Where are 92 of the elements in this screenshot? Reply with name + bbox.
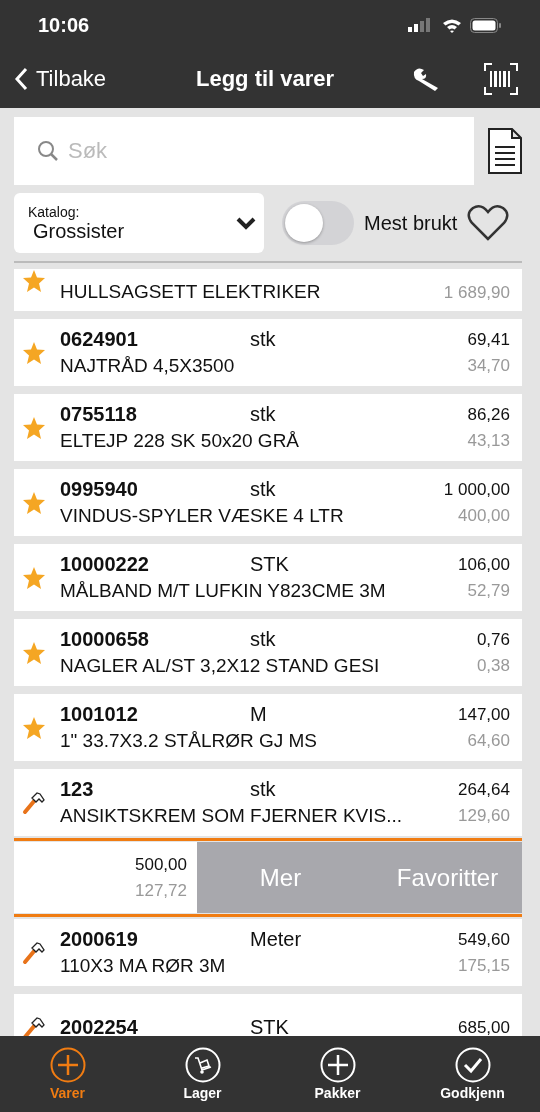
item-price: 500,00 <box>135 854 187 875</box>
item-row[interactable]: HULLSAGSETT ELEKTRIKER 1 689,90 <box>14 269 522 311</box>
item-number: 0755118 <box>60 403 138 426</box>
item-row[interactable]: 0995940 stk VINDUS-SPYLER VÆSKE 4 LTR 1 000,00 400,00 <box>14 469 522 536</box>
search-field[interactable]: Søk <box>14 117 474 185</box>
catalog-label: Katalog: <box>28 203 81 220</box>
item-cost-price: 0,38 <box>476 655 510 676</box>
item-unit: stk <box>250 478 276 501</box>
item-price: 0,76 <box>476 629 510 650</box>
item-row[interactable]: 2002254 STK 685,00 <box>14 994 522 1036</box>
plus-circle-icon <box>49 1047 86 1083</box>
item-number: 0624901 <box>60 328 139 351</box>
item-unit: Meter <box>250 928 302 951</box>
catalog-dropdown[interactable]: Katalog: Grossister <box>14 193 264 253</box>
item-cost-price: 127,72 <box>135 880 187 901</box>
star-icon <box>22 715 46 740</box>
item-number: 123 <box>60 778 95 801</box>
item-name: 1" 33.7X3.2 STÅLRØR GJ MS <box>60 730 318 752</box>
item-name: MÅLBAND M/T LUFKIN Y823CME 3M <box>60 580 387 602</box>
hand-truck-icon <box>184 1047 221 1083</box>
item-cost-price: 52,79 <box>467 580 510 601</box>
item-name: ELTEJP 228 SK 50x20 GRÅ <box>60 430 301 452</box>
plus-circle-icon <box>319 1047 356 1083</box>
item-unit: stk <box>250 778 276 801</box>
item-price: 549,60 <box>458 929 510 950</box>
item-number: 10000658 <box>60 628 150 651</box>
status-time: 10:06 <box>38 13 90 37</box>
item-cost-price: 34,70 <box>467 355 510 376</box>
item-unit: stk <box>250 628 276 651</box>
item-price: 147,00 <box>458 704 510 725</box>
search-icon <box>36 139 60 163</box>
item-cost-price: 43,13 <box>467 430 510 451</box>
hammer-icon <box>22 940 46 965</box>
item-price: 69,41 <box>467 329 510 350</box>
item-name: HULLSAGSETT ELEKTRIKER <box>60 281 322 303</box>
barcode-scan-icon[interactable] <box>484 63 518 95</box>
item-number: 1001012 <box>60 703 139 726</box>
battery-icon <box>470 17 502 33</box>
item-row[interactable]: 123 stk ANSIKTSKREM SOM FJERNER KVIS... 264,64 129,60 <box>14 769 522 836</box>
item-row[interactable]: 10000658 stk NAGLER AL/ST 3,2X12 STAND GESI 0,76 0,38 <box>14 619 522 686</box>
item-name: 110X3 MA RØR 3M <box>60 955 227 977</box>
item-price: 106,00 <box>458 554 510 575</box>
item-row[interactable]: 0755118 stk ELTEJP 228 SK 50x20 GRÅ 86,26 43,13 <box>14 394 522 461</box>
star-icon <box>22 269 46 293</box>
hammer-icon <box>22 1015 46 1036</box>
item-price: 1 000,00 <box>443 479 510 500</box>
item-number: 0995940 <box>60 478 139 501</box>
toggle-label: Mest brukt <box>364 211 458 235</box>
document-icon[interactable] <box>488 128 522 174</box>
star-icon <box>22 490 46 515</box>
back-button[interactable]: Tilbake <box>10 66 111 92</box>
item-number: 2000619 <box>60 928 139 951</box>
star-icon <box>22 415 46 440</box>
item-cost-price: 400,00 <box>458 505 510 526</box>
item-unit: M <box>250 703 267 726</box>
star-icon <box>22 340 46 365</box>
item-name: NAJTRÅD 4,5X3500 <box>60 355 236 377</box>
item-cost-price: 175,15 <box>458 955 510 976</box>
item-row[interactable]: 2000619 Meter 110X3 MA RØR 3M 549,60 175,15 <box>14 919 522 986</box>
item-row[interactable]: 0624901 stk NAJTRÅD 4,5X3500 69,41 34,70 <box>14 319 522 386</box>
item-unit: stk <box>250 328 276 351</box>
item-unit: stk <box>250 403 276 426</box>
tab-item[interactable]: Lager <box>135 1036 270 1112</box>
item-cost-price: 129,60 <box>458 805 510 826</box>
chevron-down-icon <box>236 216 256 230</box>
checkmark-circle-icon <box>454 1047 491 1083</box>
toggle-switch[interactable] <box>282 201 354 245</box>
item-row[interactable]: 10000222 STK MÅLBAND M/T LUFKIN Y823CME 3M 106,00 52,79 <box>14 544 522 611</box>
chevron-left-icon <box>14 67 28 91</box>
catalog-value: Grossister <box>33 219 125 243</box>
item-price: 86,26 <box>467 404 510 425</box>
tab-item[interactable]: Pakker <box>270 1036 405 1112</box>
item-price: 685,00 <box>458 1017 510 1036</box>
item-cost-price: 1 689,90 <box>443 283 510 303</box>
star-icon <box>22 565 46 590</box>
item-price: 264,64 <box>458 779 510 800</box>
item-unit: STK <box>250 553 289 576</box>
hammer-icon <box>22 790 46 815</box>
item-row[interactable]: 1001012 M 1" 33.7X3.2 STÅLRØR GJ MS 147,00 64,60 <box>14 694 522 761</box>
wifi-icon <box>442 17 462 33</box>
item-cost-price: 64,60 <box>467 730 510 751</box>
item-name: NAGLER AL/ST 3,2X12 STAND GESI <box>60 655 381 677</box>
screen-title: Legg til varer <box>194 66 336 92</box>
heart-icon[interactable] <box>467 204 510 242</box>
tab-item[interactable]: Godkjenn <box>405 1036 540 1112</box>
item-number: 10000222 <box>60 553 150 576</box>
item-number: 2002254 <box>60 1016 139 1036</box>
item-unit: STK <box>250 1016 289 1036</box>
item-name: ANSIKTSKREM SOM FJERNER KVIS... <box>60 805 404 827</box>
item-name: VINDUS-SPYLER VÆSKE 4 LTR <box>60 505 345 527</box>
star-icon <box>22 640 46 665</box>
tab-item[interactable]: Varer <box>0 1036 135 1112</box>
